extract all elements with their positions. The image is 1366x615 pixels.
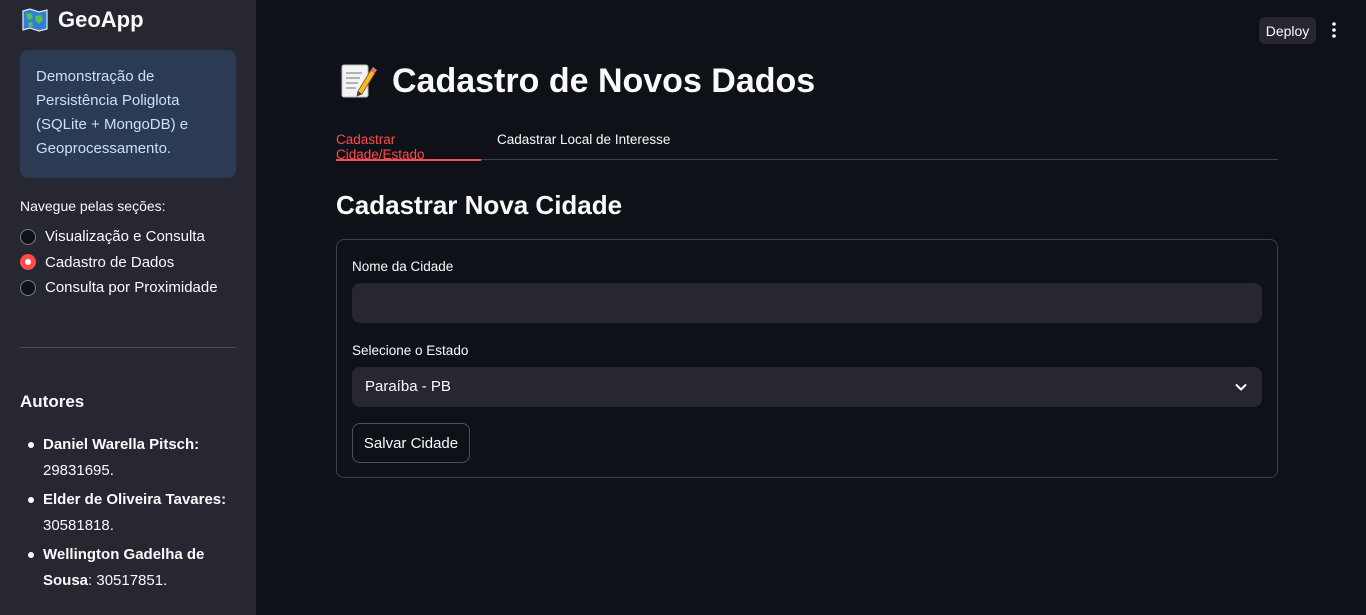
authors-title: Autores <box>20 392 85 411</box>
info-box: Demonstração de Persistência Poliglota (… <box>20 50 236 178</box>
tab-cadastrar-local-interesse[interactable]: Cadastrar Local de Interesse <box>497 126 670 160</box>
nav-label: Navegue pelas seções: <box>20 198 166 214</box>
state-select-label: Selecione o Estado <box>352 343 469 358</box>
authors-list: Daniel Warella Pitsch: 29831695. Elder d… <box>20 432 236 597</box>
nav-option-visualizacao[interactable]: Visualização e Consulta <box>20 224 218 250</box>
page-title-text: Cadastro de Novos Dados <box>392 61 816 100</box>
city-name-input[interactable] <box>352 283 1262 323</box>
sidebar: GeoApp Demonstração de Persistência Poli… <box>0 0 256 615</box>
author-item: Daniel Warella Pitsch: 29831695. <box>20 432 236 484</box>
city-name-label: Nome da Cidade <box>352 259 454 274</box>
author-item: Wellington Gadelha de Sousa: 30517851. <box>20 542 236 594</box>
radio-unchecked-icon <box>20 279 36 296</box>
city-form: Nome da Cidade Selecione o Estado Paraíb… <box>336 239 1278 478</box>
nav-option-label: Cadastro de Dados <box>45 253 175 271</box>
author-name: Daniel Warella Pitsch: <box>43 436 200 453</box>
radio-checked-icon <box>20 254 36 271</box>
deploy-button[interactable]: Deploy <box>1259 17 1316 44</box>
state-select-value: Paraíba - PB <box>365 378 451 395</box>
vertical-dots-icon[interactable] <box>1325 20 1343 40</box>
nav-option-label: Visualização e Consulta <box>45 228 205 246</box>
world-map-icon <box>22 8 48 32</box>
page-title: Cadastro de Novos Dados <box>338 58 815 104</box>
nav-option-proximidade[interactable]: Consulta por Proximidade <box>20 275 218 301</box>
author-id: 29831695. <box>43 462 114 479</box>
radio-unchecked-icon <box>20 228 36 245</box>
state-select[interactable]: Paraíba - PB <box>352 367 1262 407</box>
memo-icon <box>341 64 377 98</box>
nav-option-cadastro[interactable]: Cadastro de Dados <box>20 250 218 276</box>
section-title: Cadastrar Nova Cidade <box>336 190 623 220</box>
author-id: : 30517851. <box>88 572 168 589</box>
chevron-down-icon <box>1235 384 1247 391</box>
tab-cadastrar-cidade-estado[interactable]: Cadastrar Cidade/Estado <box>336 126 481 162</box>
author-item: Elder de Oliveira Tavares: 30581818. <box>20 487 236 539</box>
nav-radio-group: Visualização e Consulta Cadastro de Dado… <box>20 224 218 301</box>
tab-bar: Cadastrar Cidade/Estado Cadastrar Local … <box>336 126 1278 162</box>
app-title: GeoApp <box>58 7 144 32</box>
app-brand: GeoApp <box>22 6 144 34</box>
author-id: 30581818. <box>43 517 114 534</box>
save-city-button[interactable]: Salvar Cidade <box>352 423 470 463</box>
sidebar-divider <box>20 347 236 348</box>
author-name: Elder de Oliveira Tavares: <box>43 491 227 508</box>
nav-option-label: Consulta por Proximidade <box>45 279 218 297</box>
